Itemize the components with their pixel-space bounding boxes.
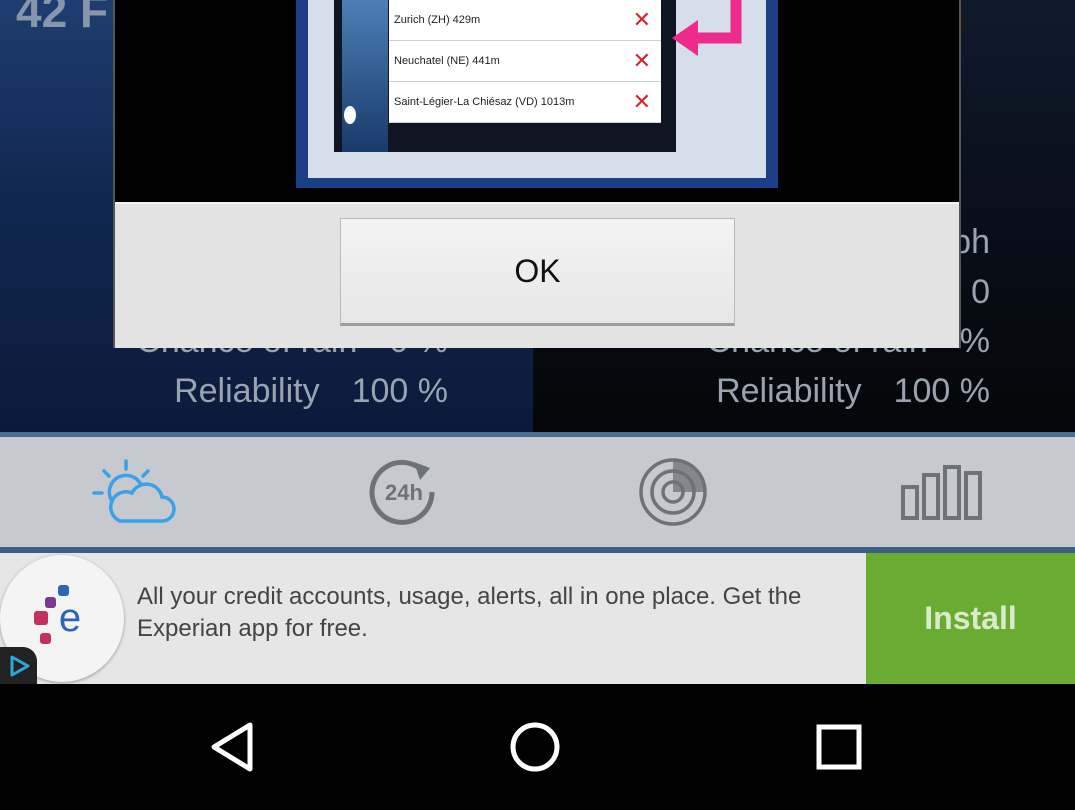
install-button[interactable]: Install	[866, 553, 1075, 684]
system-nav-bar	[0, 684, 1075, 810]
dialog-footer: OK	[115, 202, 959, 348]
reliability-label-right: Reliability	[716, 372, 862, 410]
pressure-value-right: 0	[971, 273, 990, 311]
bottom-nav: 24h	[0, 437, 1075, 547]
svg-text:24h: 24h	[385, 480, 423, 505]
location-list: Zurich (ZH) 429m ✕ Neuchatel (NE) 441m ✕…	[389, 0, 661, 123]
tutorial-dialog: Zurich (ZH) 429m ✕ Neuchatel (NE) 441m ✕…	[113, 0, 961, 348]
back-button[interactable]	[172, 684, 292, 810]
location-item: Saint-Légier-La Chiésaz (VD) 1013m ✕	[389, 82, 661, 123]
radar-icon	[638, 458, 707, 526]
ad-text: All your credit accounts, usage, alerts,…	[137, 583, 802, 642]
reliability-value-left: 100 %	[351, 372, 448, 410]
nav-tab-radar[interactable]	[538, 437, 807, 547]
nav-tab-24h[interactable]: 24h	[269, 437, 538, 547]
recents-button[interactable]	[779, 684, 899, 810]
bar-chart-icon	[900, 465, 982, 520]
ad-choices-icon[interactable]	[0, 647, 37, 684]
reliability-row-right: Reliability 100 %	[533, 372, 990, 411]
location-item: Zurich (ZH) 429m ✕	[389, 0, 661, 41]
temperature-label: 42 F	[16, 0, 109, 37]
location-item: Neuchatel (NE) 441m ✕	[389, 41, 661, 82]
tutorial-image: Zurich (ZH) 429m ✕ Neuchatel (NE) 441m ✕…	[296, 0, 778, 188]
reliability-value-right: 100 %	[893, 372, 990, 410]
svg-text:e: e	[59, 596, 81, 640]
sun-cloud-icon	[91, 459, 176, 523]
recents-icon	[816, 724, 862, 770]
location-name: Saint-Légier-La Chiésaz (VD) 1013m	[394, 96, 575, 108]
delete-icon: ✕	[632, 89, 651, 114]
delete-icon: ✕	[632, 7, 651, 32]
ok-button[interactable]: OK	[340, 218, 735, 326]
pointer-arrow-icon	[672, 0, 742, 56]
reliability-row-left: Reliability 100 %	[0, 372, 448, 411]
reliability-label-left: Reliability	[174, 372, 320, 410]
nav-tab-charts[interactable]	[807, 437, 1075, 547]
delete-icon: ✕	[632, 48, 651, 73]
nav-tab-current-weather[interactable]	[0, 437, 269, 547]
back-icon	[211, 722, 253, 772]
chance-value-right: %	[959, 322, 990, 360]
home-icon	[510, 722, 560, 772]
location-name: Neuchatel (NE) 441m	[394, 55, 500, 67]
24h-forecast-icon: 24h	[369, 459, 435, 525]
home-button[interactable]	[475, 684, 595, 810]
ad-banner[interactable]: e All your credit accounts, usage, alert…	[0, 553, 1075, 684]
location-name: Zurich (ZH) 429m	[394, 14, 481, 26]
phone-mockup: Zurich (ZH) 429m ✕ Neuchatel (NE) 441m ✕…	[334, 0, 676, 152]
